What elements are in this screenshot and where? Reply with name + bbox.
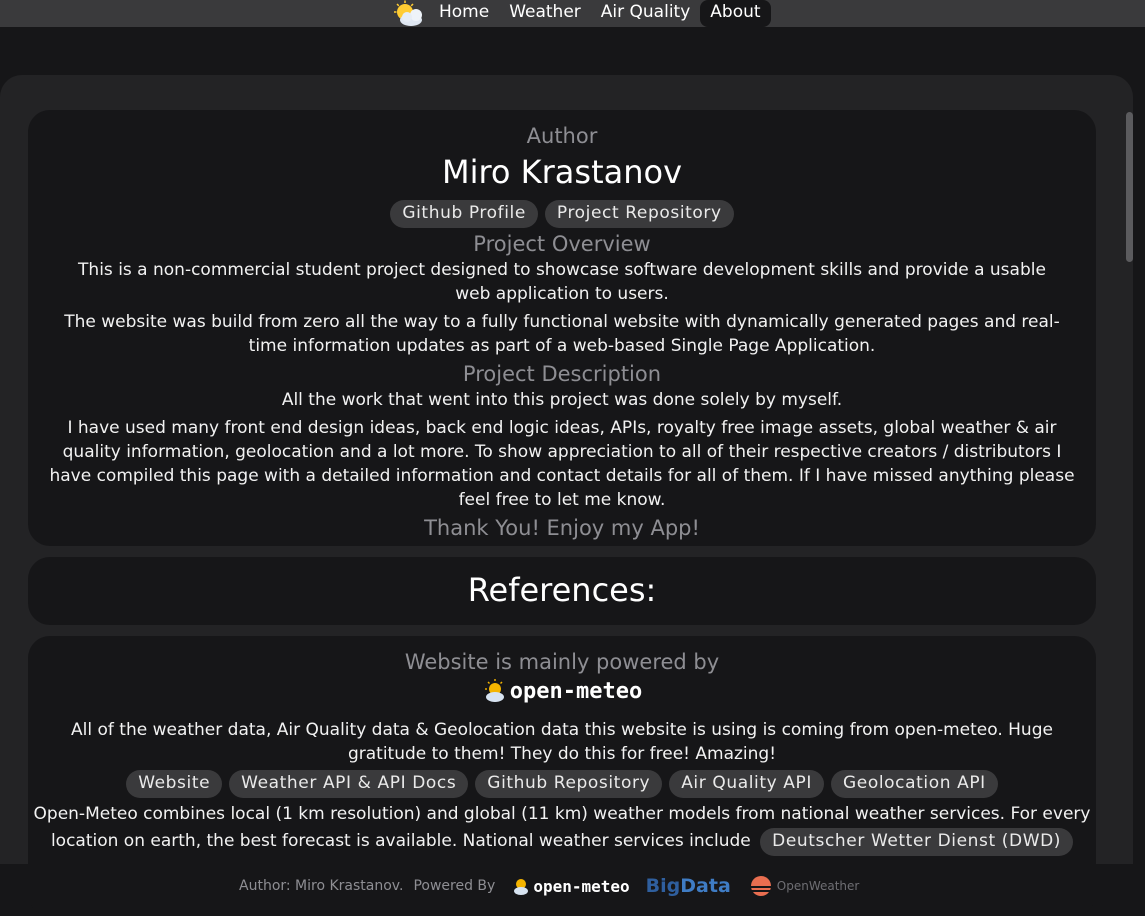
open-meteo-website-link[interactable]: Website [126, 770, 223, 798]
footer-bigdata-text-b: Data [680, 875, 731, 897]
references-card: References: [28, 557, 1096, 625]
footer-open-meteo-sun-icon [511, 875, 533, 897]
powered-paragraph-2-text: location on earth, the best forecast is … [50, 831, 751, 851]
footer-open-meteo-text: open-meteo [533, 876, 630, 896]
nav-weather[interactable]: Weather [499, 0, 591, 27]
powered-paragraph-2-line-1: Open-Meteo combines local (1 km resoluti… [33, 804, 1091, 824]
author-heading: Author [526, 124, 598, 148]
open-meteo-links: Website Weather API & API Docs Github Re… [28, 770, 1096, 798]
footer: Author: Miro Krastanov. Powered By open-… [0, 864, 1145, 905]
footer-powered-text: Powered By [413, 878, 496, 894]
open-meteo-sun-icon [482, 677, 510, 705]
open-meteo-github-link[interactable]: Github Repository [475, 770, 663, 798]
overview-paragraph-1: This is a non-commercial student project… [78, 260, 1046, 304]
footer-open-meteo-logo[interactable]: open-meteo [511, 875, 630, 897]
sun-cloud-logo-icon[interactable] [389, 0, 429, 27]
footer-openweather-text: OpenWeather [776, 879, 860, 893]
project-repository-link[interactable]: Project Repository [544, 200, 734, 228]
powered-by-heading: Website is mainly powered by [404, 650, 720, 674]
author-card: Author Miro Krastanov Github Profile Pro… [28, 110, 1096, 546]
footer-openweather-logo[interactable]: OpenWeather [747, 874, 860, 898]
nav-about[interactable]: About [700, 0, 771, 27]
references-title: References: [467, 571, 657, 609]
weather-api-docs-link[interactable]: Weather API & API Docs [229, 770, 469, 798]
author-links: Github Profile Project Repository [28, 200, 1096, 228]
air-quality-api-link[interactable]: Air Quality API [669, 770, 824, 798]
footer-bigdata-logo[interactable]: Big Data [646, 875, 731, 897]
github-profile-link[interactable]: Github Profile [390, 200, 538, 228]
nav-links: Home Weather Air Quality About [389, 0, 771, 27]
footer-bigdata-text-a: Big [645, 875, 681, 897]
top-navbar: Home Weather Air Quality About [0, 0, 1145, 27]
description-paragraph-2: I have used many front end design ideas,… [49, 418, 1075, 510]
nav-air-quality[interactable]: Air Quality [591, 0, 701, 27]
openweather-sun-icon [747, 874, 775, 898]
description-paragraph-1: All the work that went into this project… [281, 390, 843, 410]
nav-home[interactable]: Home [429, 0, 499, 27]
geolocation-api-link[interactable]: Geolocation API [831, 770, 998, 798]
overview-paragraph-2: The website was build from zero all the … [64, 312, 1060, 356]
project-description-heading: Project Description [462, 362, 662, 386]
footer-author-text: Author: Miro Krastanov. [239, 878, 404, 894]
powered-paragraph-2-line-2: location on earth, the best forecast is … [28, 828, 1096, 856]
powered-paragraph-1: All of the weather data, Air Quality dat… [71, 720, 1053, 764]
project-overview-heading: Project Overview [473, 232, 651, 256]
thank-you-text: Thank You! Enjoy my App! [424, 516, 700, 540]
author-name: Miro Krastanov [441, 153, 683, 191]
open-meteo-logo[interactable]: open-meteo [28, 674, 1096, 708]
footer-content: Author: Miro Krastanov. Powered By open-… [239, 874, 859, 898]
open-meteo-logo-text: open-meteo [509, 678, 643, 704]
scrollbar-thumb[interactable] [1126, 112, 1133, 262]
dwd-link[interactable]: Deutscher Wetter Dienst (DWD) [760, 828, 1074, 856]
